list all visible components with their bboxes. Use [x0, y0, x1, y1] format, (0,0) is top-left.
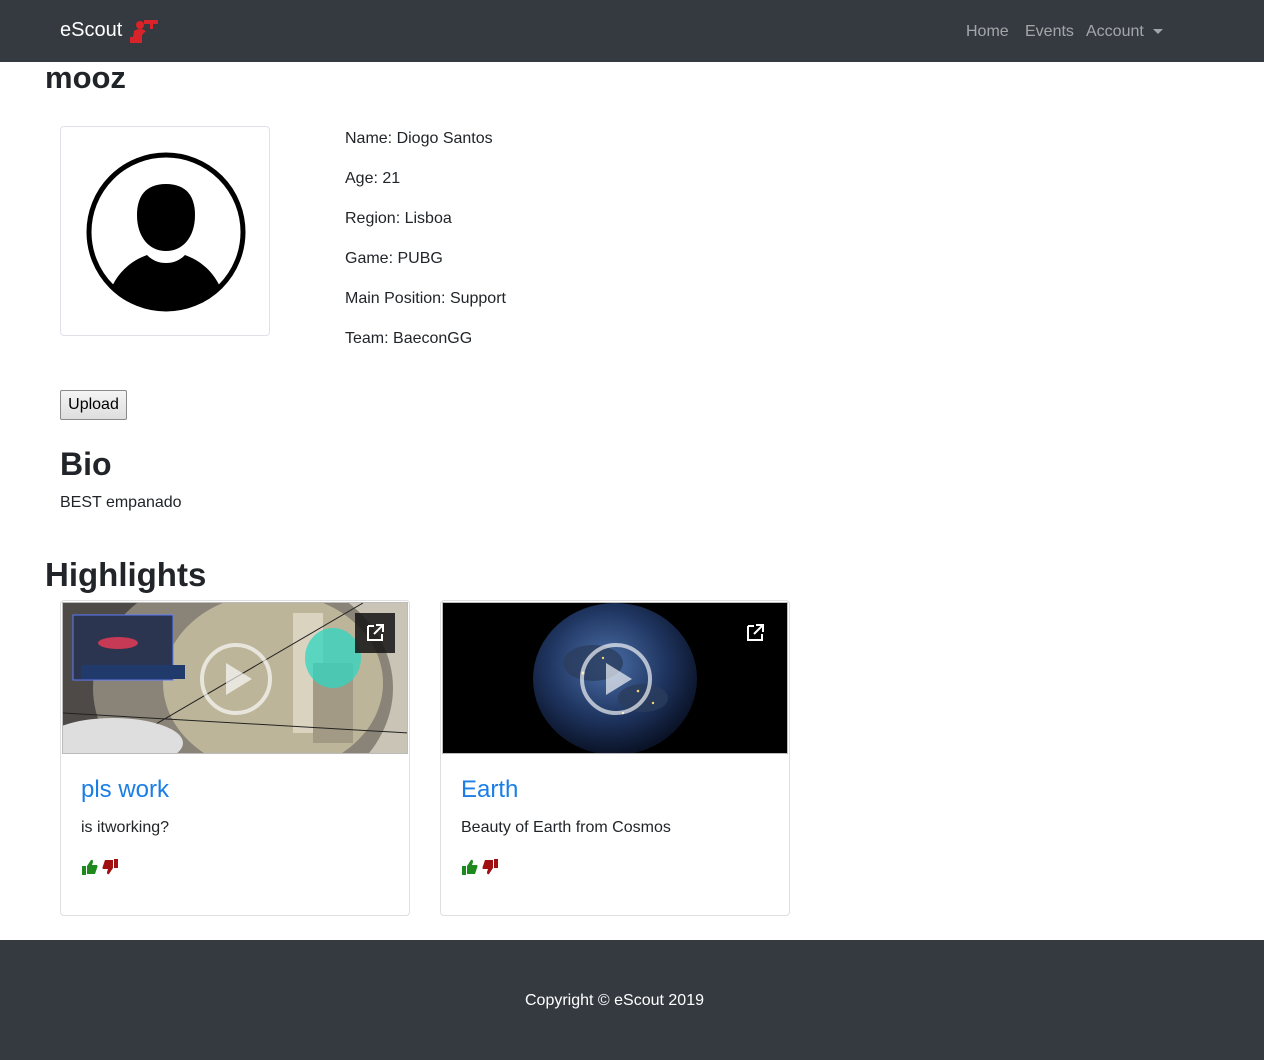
vote-controls: [81, 858, 121, 878]
thumbs-up-icon[interactable]: [81, 858, 99, 876]
highlight-description: is itworking?: [81, 819, 170, 836]
thumbs-down-icon[interactable]: [101, 858, 119, 876]
profile-age: Age: 21: [345, 170, 401, 187]
profile-game: Game: PUBG: [345, 250, 443, 267]
profile-position: Main Position: Support: [345, 290, 506, 307]
highlights-title: Highlights: [45, 556, 207, 593]
brand-link[interactable]: eScout: [60, 17, 122, 43]
bio-text: BEST empanado: [60, 494, 182, 511]
scout-logo-icon[interactable]: [128, 17, 162, 45]
play-icon[interactable]: [578, 641, 654, 717]
thumbs-down-icon[interactable]: [481, 858, 499, 876]
chevron-down-icon[interactable]: [1153, 29, 1163, 34]
nav-account-dropdown[interactable]: Account: [1086, 21, 1144, 43]
video-thumbnail[interactable]: [62, 602, 408, 754]
upload-button[interactable]: Upload: [60, 390, 127, 420]
open-external-button[interactable]: [735, 613, 775, 653]
footer: Copyright © eScout 2019: [0, 940, 1264, 1060]
user-avatar-icon: [86, 152, 246, 312]
thumbs-up-icon[interactable]: [461, 858, 479, 876]
profile-team: Team: BaeconGG: [345, 330, 473, 347]
highlight-description: Beauty of Earth from Cosmos: [461, 819, 671, 836]
copyright-text: Copyright © eScout 2019: [524, 992, 704, 1009]
video-thumbnail[interactable]: [442, 602, 788, 754]
highlight-title-link[interactable]: pls work: [81, 775, 169, 805]
bio-title: Bio: [60, 446, 112, 482]
highlight-card: pls work is itworking?: [60, 600, 410, 916]
avatar: [60, 126, 270, 336]
nav-events-link[interactable]: Events: [1025, 21, 1074, 43]
highlight-card: Earth Beauty of Earth from Cosmos: [440, 600, 790, 916]
profile-region: Region: Lisboa: [345, 210, 452, 227]
nav-home-link[interactable]: Home: [966, 21, 1009, 43]
external-link-icon: [747, 624, 764, 641]
external-link-icon: [367, 624, 384, 641]
navbar: eScout Home Events Account: [0, 0, 1264, 62]
open-external-button[interactable]: [355, 613, 395, 653]
profile-username: mooz: [45, 60, 126, 95]
highlight-title-link[interactable]: Earth: [461, 775, 518, 805]
vote-controls: [461, 858, 501, 878]
profile-name: Name: Diogo Santos: [345, 130, 493, 147]
play-icon[interactable]: [198, 641, 274, 717]
